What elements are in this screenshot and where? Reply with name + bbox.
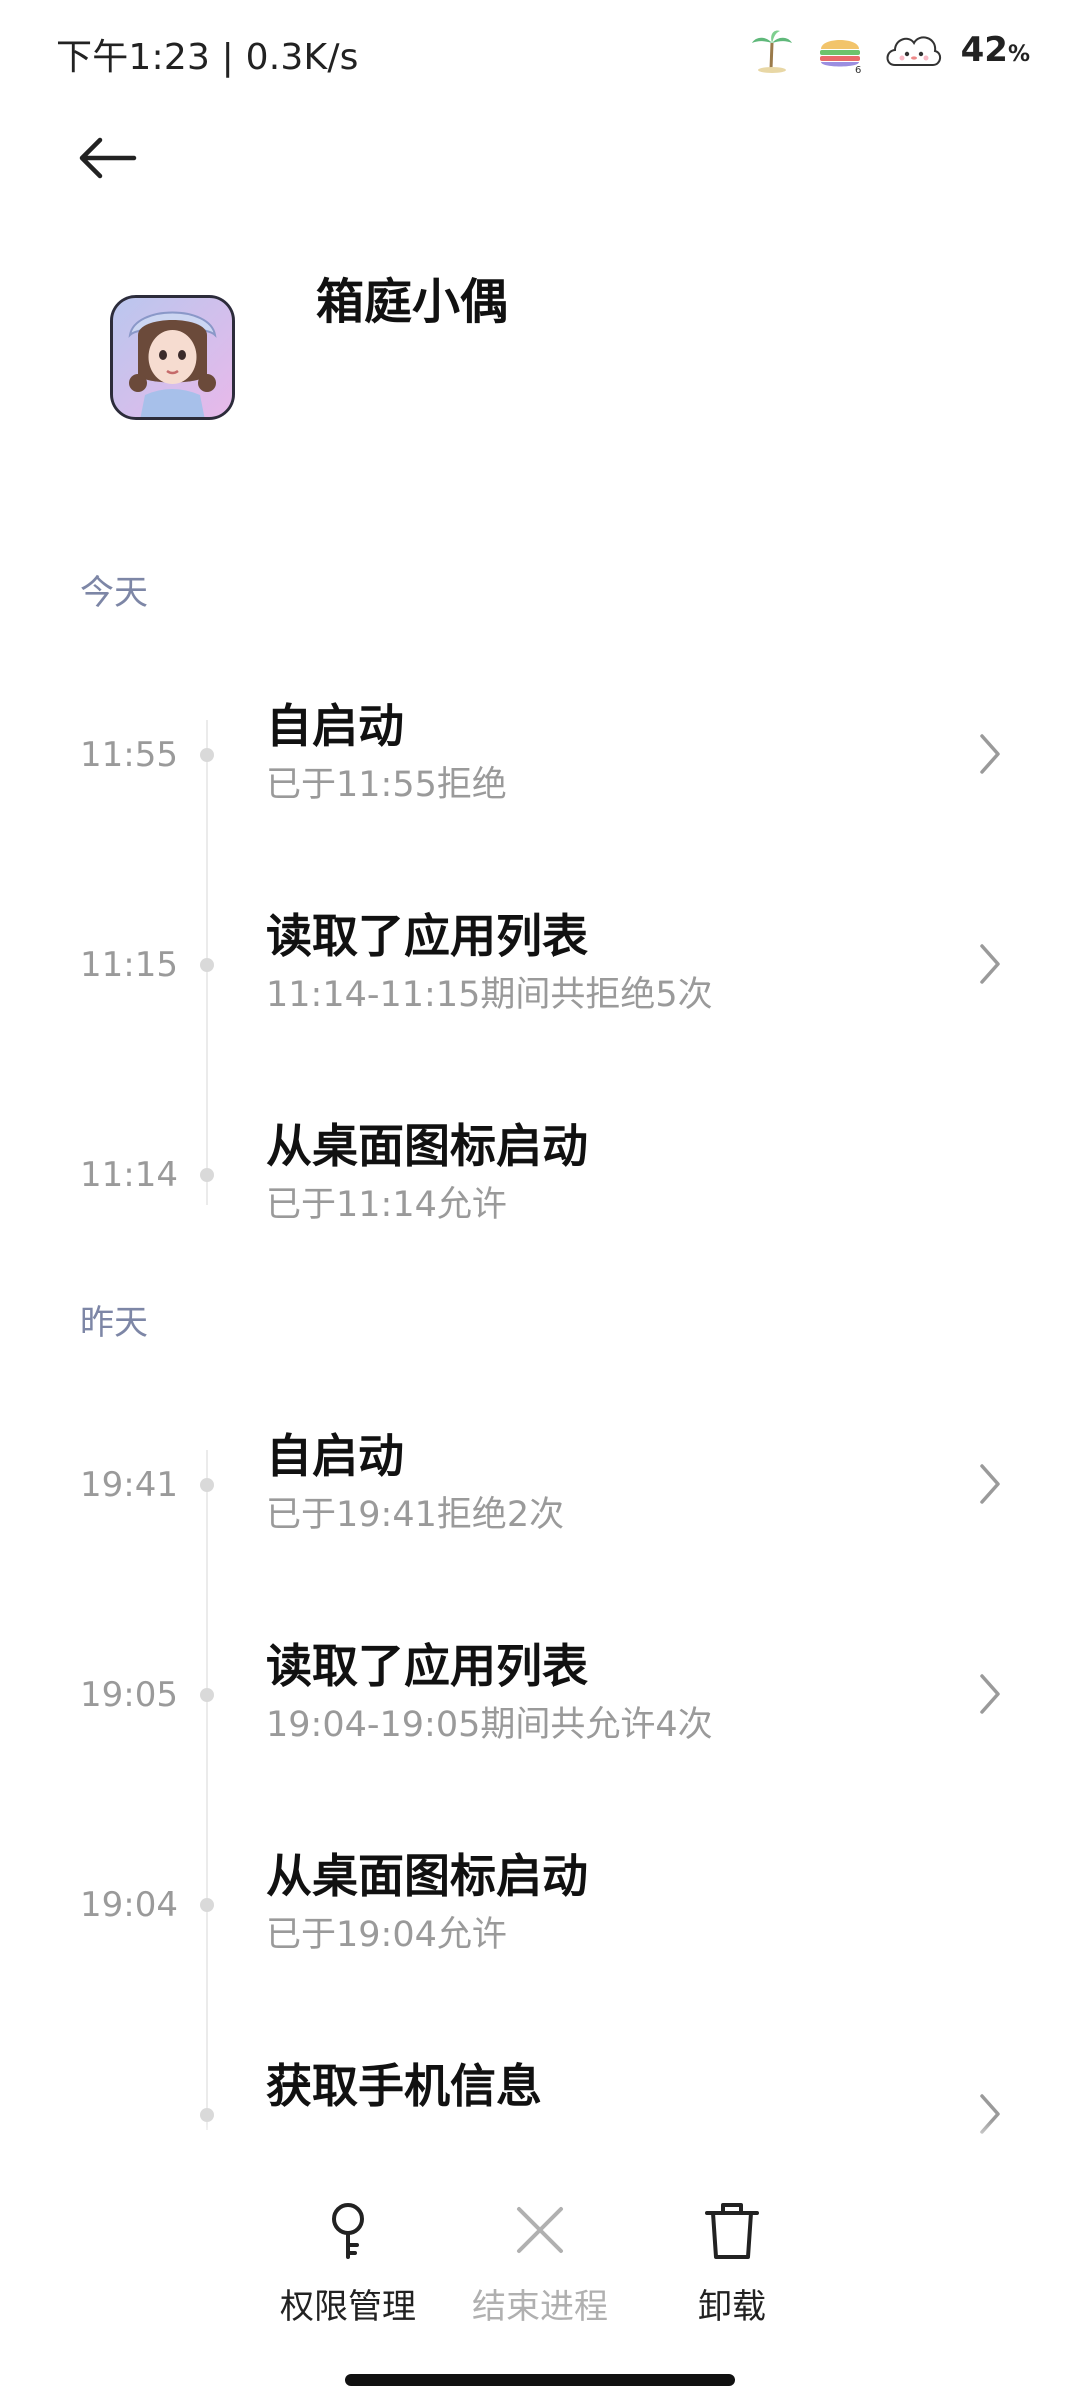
status-bar: 下午1:23 | 0.3K/s 6 42% (0, 0, 1080, 100)
section-label-yesterday: 昨天 (80, 1303, 148, 1343)
app-behavior-record-page: 下午1:23 | 0.3K/s 6 42% 箱庭小偶 今天 11:55 自启动 … (0, 0, 1080, 2400)
record-subtitle: 已于19:41拒绝2次 (266, 1495, 565, 1535)
chevron-right-icon (980, 1674, 1000, 1714)
record-title: 自启动 (266, 1429, 404, 1483)
chevron-right-icon (980, 944, 1000, 984)
record-row[interactable]: 11:55 自启动 已于11:55拒绝 (0, 690, 1080, 830)
trash-icon (705, 2203, 759, 2259)
record-title: 读取了应用列表 (266, 1639, 588, 1693)
home-indicator[interactable] (345, 2374, 735, 2386)
chevron-right-icon (980, 1464, 1000, 1504)
back-button[interactable] (72, 128, 142, 188)
status-time-speed: 下午1:23 | 0.3K/s (56, 37, 359, 78)
permission-management-button[interactable]: 权限管理 (248, 2195, 448, 2328)
cloud-face-icon (886, 36, 941, 66)
svg-text:6: 6 (855, 65, 861, 75)
key-icon (332, 2203, 364, 2259)
record-subtitle: 19:04-19:05期间共允许4次 (266, 1705, 713, 1745)
record-time: 11:15 (80, 945, 178, 985)
uninstall-label: 卸载 (698, 2287, 766, 2327)
close-icon (517, 2207, 563, 2253)
record-title: 从桌面图标启动 (266, 1119, 588, 1173)
record-row[interactable]: 19:04 从桌面图标启动 已于19:04允许 (0, 1840, 1080, 1980)
end-process-label: 结束进程 (472, 2287, 608, 2327)
record-row[interactable]: 11:14 从桌面图标启动 已于11:14允许 (0, 1110, 1080, 1250)
battery-level: 42% (960, 30, 1030, 70)
palm-tree-icon (751, 30, 792, 73)
timeline-dot (200, 1688, 214, 1702)
record-time: 11:14 (80, 1155, 178, 1195)
record-time: 19:05 (80, 1675, 178, 1715)
arrow-left-icon (79, 137, 137, 179)
timeline-dot (200, 1898, 214, 1912)
app-name: 箱庭小偶 (316, 274, 509, 330)
record-row[interactable]: 19:41 自启动 已于19:41拒绝2次 (0, 1420, 1080, 1560)
record-time: 11:55 (80, 735, 178, 775)
app-icon (110, 295, 235, 420)
burger-icon: 6 (819, 40, 861, 75)
chevron-right-icon (980, 734, 1000, 774)
record-time: 19:04 (80, 1885, 178, 1925)
record-time: 19:41 (80, 1465, 178, 1505)
record-subtitle: 已于11:14允许 (266, 1185, 507, 1225)
record-subtitle: 已于19:04允许 (266, 1915, 507, 1955)
permission-management-label: 权限管理 (280, 2287, 416, 2327)
record-title: 从桌面图标启动 (266, 1849, 588, 1903)
timeline-dot (200, 1478, 214, 1492)
timeline-dot (200, 1168, 214, 1182)
record-row[interactable]: 11:15 读取了应用列表 11:14-11:15期间共拒绝5次 (0, 900, 1080, 1040)
record-subtitle: 11:14-11:15期间共拒绝5次 (266, 975, 713, 1015)
record-title: 获取手机信息 (266, 2059, 542, 2113)
timeline-dot (200, 958, 214, 972)
record-subtitle: 已于11:55拒绝 (266, 765, 507, 805)
record-title: 自启动 (266, 699, 404, 753)
record-title: 读取了应用列表 (266, 909, 588, 963)
status-icons: 6 42% (747, 22, 1030, 78)
bottom-action-bar: 权限管理 结束进程 卸载 (0, 2135, 1080, 2335)
uninstall-button[interactable]: 卸载 (632, 2195, 832, 2328)
record-row[interactable]: 19:05 读取了应用列表 19:04-19:05期间共允许4次 (0, 1630, 1080, 1770)
timeline-dot (200, 748, 214, 762)
section-label-today: 今天 (80, 573, 148, 613)
end-process-button[interactable]: 结束进程 (440, 2195, 640, 2328)
